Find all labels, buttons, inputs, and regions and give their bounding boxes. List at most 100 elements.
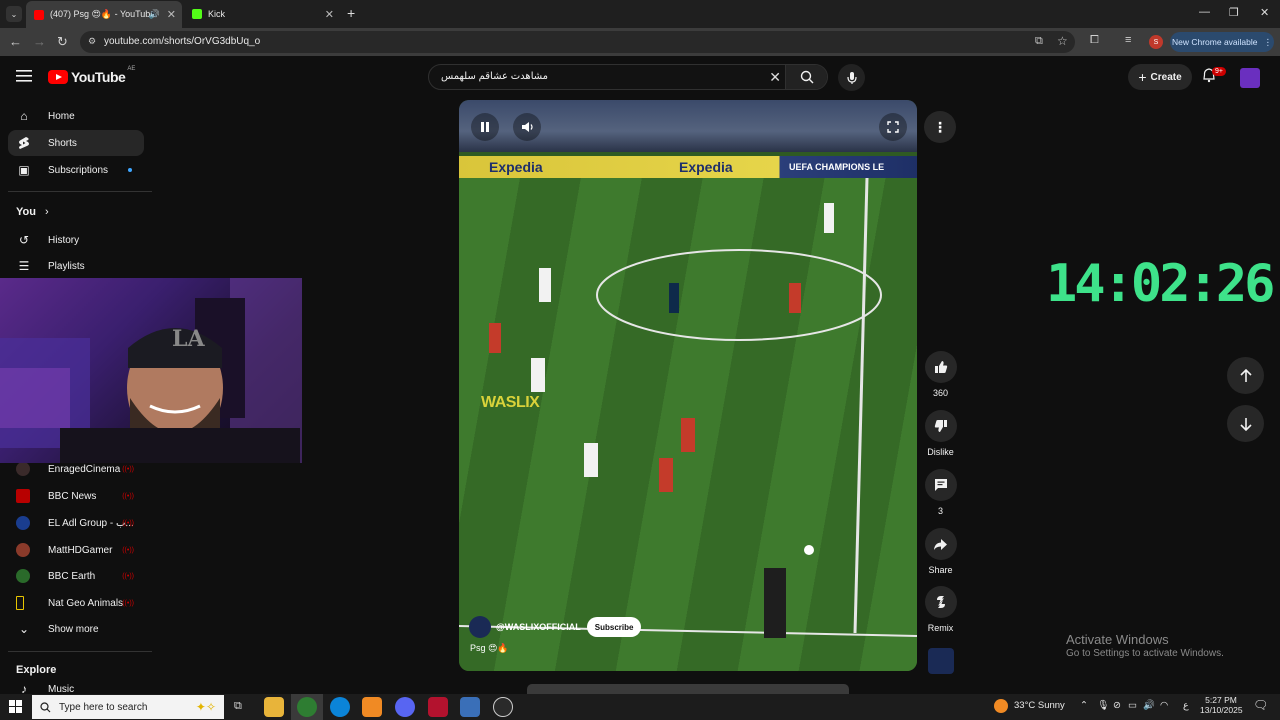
extensions-icon[interactable]: ⧠ <box>1090 34 1099 47</box>
mute-button[interactable] <box>513 113 541 141</box>
like-button[interactable] <box>924 351 957 383</box>
previous-short-button[interactable] <box>1227 357 1264 394</box>
channel-name[interactable]: @WASLIXOFFICIAL <box>496 622 581 632</box>
you-section-header[interactable]: You › <box>16 206 49 218</box>
restore-icon[interactable]: ❐ <box>1229 6 1239 19</box>
youtube-favicon-icon <box>34 9 44 20</box>
menu-icon[interactable] <box>16 69 32 88</box>
task-view-icon[interactable]: ⧉ <box>234 700 242 713</box>
sidebar-item-label: Home <box>48 110 75 122</box>
fullscreen-button[interactable] <box>879 113 907 141</box>
edge-icon[interactable] <box>330 697 350 717</box>
network-off-icon[interactable]: ⊘ <box>1113 700 1121 711</box>
url-text: youtube.com/shorts/OrVG3dbUq_o <box>104 36 261 47</box>
channel-avatar <box>16 569 30 583</box>
sidebar-channel[interactable]: Nat Geo Animals ((•)) <box>8 590 144 616</box>
display-icon[interactable]: ▭ <box>1128 700 1137 711</box>
search-input[interactable]: مشاهدت عشاقم سلهمس ✕ <box>428 64 828 90</box>
taskbar-search-input[interactable]: Type here to search ✦✧ <box>32 695 224 719</box>
clock-overlay: 14:02:26 <box>1046 254 1275 314</box>
live-indicator-icon: ((•)) <box>122 492 134 500</box>
next-short-button[interactable] <box>1227 405 1264 442</box>
sidebar-item-shorts[interactable]: Shorts <box>8 130 144 156</box>
notification-center-icon[interactable]: 🗨 <box>1253 698 1268 712</box>
sidebar-divider <box>8 191 152 192</box>
subscribe-button[interactable]: Subscribe <box>586 617 642 637</box>
close-tab-icon[interactable]: ✕ <box>325 8 334 21</box>
sidebar-item-label: Shorts <box>48 137 77 149</box>
close-window-icon[interactable]: ✕ <box>1260 6 1269 19</box>
comments-button[interactable] <box>924 469 957 501</box>
pause-button[interactable] <box>471 113 499 141</box>
install-app-icon[interactable]: ⧉ <box>1035 35 1043 48</box>
taskbar-search-placeholder: Type here to search <box>59 701 148 713</box>
sidebar-channel[interactable]: BBC News ((•)) <box>8 483 144 509</box>
channel-avatar <box>16 543 30 557</box>
region-code: AE <box>127 66 136 72</box>
channel-avatar[interactable] <box>469 616 491 638</box>
app-icon[interactable] <box>460 697 480 717</box>
create-button[interactable]: + Create <box>1128 64 1192 90</box>
tab-search-button[interactable]: ⌄ <box>6 6 22 22</box>
audio-source-thumbnail[interactable] <box>928 648 954 674</box>
tab-youtube[interactable]: (407) Psg 😍🔥 - YouTube 🔊 ✕ <box>26 1 182 28</box>
football-pitch <box>459 177 917 671</box>
remix-button[interactable] <box>924 586 957 618</box>
wifi-icon[interactable]: ◠ <box>1160 700 1168 711</box>
volume-icon <box>521 122 533 132</box>
file-explorer-icon[interactable] <box>264 697 284 717</box>
youtube-logo[interactable]: YouTube AE <box>48 66 136 85</box>
live-indicator-icon: ((•)) <box>122 519 134 527</box>
taskbar-clock[interactable]: 5:27 PM 13/10/2025 <box>1200 695 1243 715</box>
microphone-tray-icon[interactable]: 🎙 <box>1097 700 1109 711</box>
reload-icon[interactable]: ↻ <box>57 34 68 50</box>
forward-icon[interactable]: → <box>33 34 46 49</box>
sidebar-item-home[interactable]: ⌂ Home <box>8 103 144 129</box>
site-info-icon[interactable]: ⚙ <box>88 36 96 47</box>
audio-icon[interactable]: 🔊 <box>149 9 160 20</box>
search-icon <box>40 701 51 712</box>
video-watermark: WASLIX <box>481 394 540 411</box>
back-icon[interactable]: ← <box>9 34 22 49</box>
clear-search-icon[interactable]: ✕ <box>769 69 781 86</box>
address-bar[interactable]: ⚙ youtube.com/shorts/OrVG3dbUq_o ⧉ ☆ <box>80 31 1075 53</box>
more-options-button[interactable]: ⋮ <box>924 111 956 143</box>
show-hidden-icons[interactable]: ⌃ <box>1080 700 1088 711</box>
sidebar-channel[interactable]: EL Adl Group - ب... ((•)) <box>8 510 144 536</box>
show-more-button[interactable]: ⌄ Show more <box>8 616 144 642</box>
minimize-icon[interactable]: — <box>1199 6 1210 18</box>
dislike-action: Dislike <box>924 410 957 457</box>
sidebar-channel[interactable]: MattHDGamer ((•)) <box>8 537 144 563</box>
bookmark-star-icon[interactable]: ☆ <box>1057 34 1068 48</box>
sidebar-item-subscriptions[interactable]: ▣ Subscriptions <box>8 157 144 183</box>
sidebar-item-history[interactable]: ↺ History <box>8 227 144 253</box>
dislike-button[interactable] <box>924 410 957 442</box>
tab-kick[interactable]: Kick ✕ <box>184 3 340 25</box>
discord-icon[interactable] <box>395 697 415 717</box>
language-indicator[interactable]: ع <box>1183 700 1189 711</box>
close-tab-icon[interactable]: ✕ <box>167 8 176 21</box>
new-chrome-available-button[interactable]: New Chrome available ⋮ <box>1170 32 1274 52</box>
shorts-video-player[interactable]: Expedia Expedia UEFA CHAMPIONS LE WASLIX… <box>459 100 917 671</box>
weather-text[interactable]: 33°C Sunny <box>1014 700 1065 711</box>
playlists-icon: ☰ <box>18 259 30 273</box>
share-button[interactable] <box>924 528 957 560</box>
sidebar-item-label: MattHDGamer <box>48 544 113 556</box>
chrome-icon[interactable] <box>297 697 317 717</box>
new-tab-icon[interactable]: + <box>347 5 355 21</box>
app-icon[interactable] <box>428 697 448 717</box>
account-avatar[interactable] <box>1240 68 1260 88</box>
search-button[interactable] <box>785 65 827 89</box>
windows-start-icon[interactable] <box>9 700 22 718</box>
volume-tray-icon[interactable]: 🔊 <box>1143 700 1155 711</box>
sidebar-item-label: EL Adl Group - ب... <box>48 517 134 529</box>
sidebar-channel[interactable]: BBC Earth ((•)) <box>8 563 144 589</box>
profile-avatar[interactable]: S <box>1149 35 1163 49</box>
obs-icon[interactable] <box>493 697 513 717</box>
vlc-icon[interactable] <box>362 697 382 717</box>
media-control-icon[interactable]: ≡ <box>1125 34 1131 46</box>
taskbar-time: 5:27 PM <box>1205 695 1237 705</box>
shorts-icon <box>16 135 32 151</box>
sidebar-item-playlists[interactable]: ☰ Playlists <box>8 253 144 279</box>
voice-search-button[interactable] <box>838 64 865 91</box>
